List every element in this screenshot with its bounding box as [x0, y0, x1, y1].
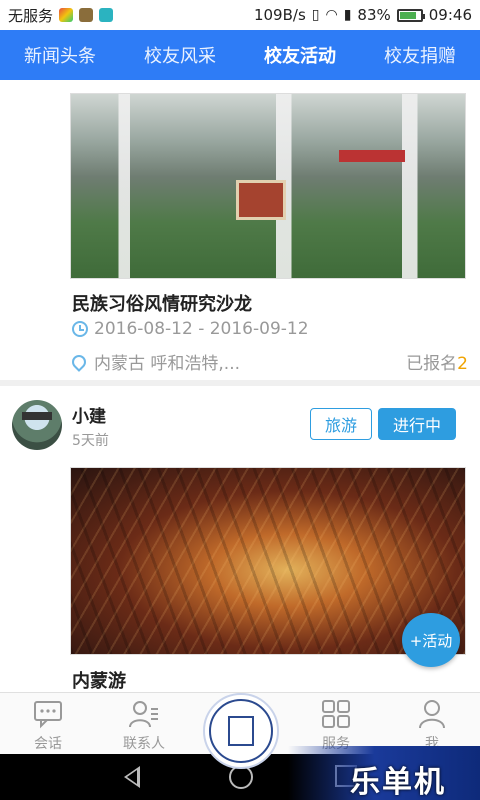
nav-item-chat[interactable]: 会话	[8, 697, 88, 753]
grid-icon	[322, 700, 350, 728]
activity-cover-image[interactable]	[70, 93, 466, 279]
category-tag[interactable]: 旅游	[310, 408, 372, 440]
tab-news[interactable]: 新闻头条	[20, 42, 100, 68]
activity-date: 2016-08-12 - 2016-09-12	[72, 319, 309, 339]
nav-label: 联系人	[123, 736, 165, 752]
poster-name[interactable]: 小建	[72, 402, 106, 427]
chat-icon	[34, 701, 62, 729]
wifi-icon: ◠	[325, 7, 338, 23]
add-activity-button[interactable]: +活动	[402, 613, 460, 667]
clock-icon	[72, 321, 88, 337]
network-speed: 109B/s	[253, 6, 306, 24]
activity-list[interactable]: 民族习俗风情研究沙龙 2016-08-12 - 2016-09-12 内蒙古 呼…	[0, 80, 480, 692]
registered-number: 2	[457, 354, 468, 374]
app-notification-icon	[99, 8, 114, 22]
nav-label: 会话	[34, 736, 62, 752]
tab-alumni-style[interactable]: 校友风采	[140, 42, 220, 68]
card-divider	[0, 380, 480, 386]
battery-percent: 83%	[357, 6, 391, 24]
registration-count: 已报名2	[406, 349, 468, 374]
contacts-icon	[129, 701, 158, 728]
nav-item-me[interactable]: 我	[392, 697, 472, 753]
tab-alumni-activities[interactable]: 校友活动	[260, 42, 340, 68]
avatar[interactable]	[12, 400, 62, 450]
activity-title[interactable]: 民族习俗风情研究沙龙	[72, 290, 252, 316]
watermark-logo: 乐单机	[350, 765, 446, 800]
vibrate-icon: ▯	[311, 7, 320, 23]
school-seal-icon	[209, 699, 273, 763]
storefront-graphic	[236, 180, 286, 220]
post-time: 5天前	[72, 433, 109, 449]
battery-icon	[396, 8, 425, 22]
status-bar: 无服务 109B/s ▯ ◠ ▮ 83% 09:46	[0, 0, 480, 30]
app-notification-icon	[79, 8, 94, 22]
activity-title[interactable]: 内蒙游	[72, 667, 126, 692]
person-icon	[419, 700, 445, 729]
nav-item-services[interactable]: 服务	[296, 697, 376, 753]
tab-alumni-donation[interactable]: 校友捐赠	[380, 42, 460, 68]
back-icon[interactable]	[124, 766, 140, 788]
status-badge[interactable]: 进行中	[378, 408, 456, 440]
registered-label: 已报名	[406, 354, 458, 374]
carrier-text: 无服务	[8, 6, 54, 25]
activity-location: 内蒙古 呼和浩特,...	[69, 349, 241, 374]
activity-date-text: 2016-08-12 - 2016-09-12	[94, 319, 309, 339]
activity-location-text: 内蒙古 呼和浩特,...	[94, 354, 241, 374]
sign-graphic	[339, 150, 405, 162]
app-notification-icon	[59, 8, 74, 22]
nav-item-contacts[interactable]: 联系人	[104, 697, 184, 753]
location-pin-icon	[69, 351, 89, 372]
top-tab-bar: 新闻头条 校友风采 校友活动 校友捐赠	[0, 30, 480, 80]
school-logo-button[interactable]	[203, 693, 279, 769]
sim-icon: ▮	[343, 7, 352, 23]
clock-time: 09:46	[428, 6, 472, 24]
